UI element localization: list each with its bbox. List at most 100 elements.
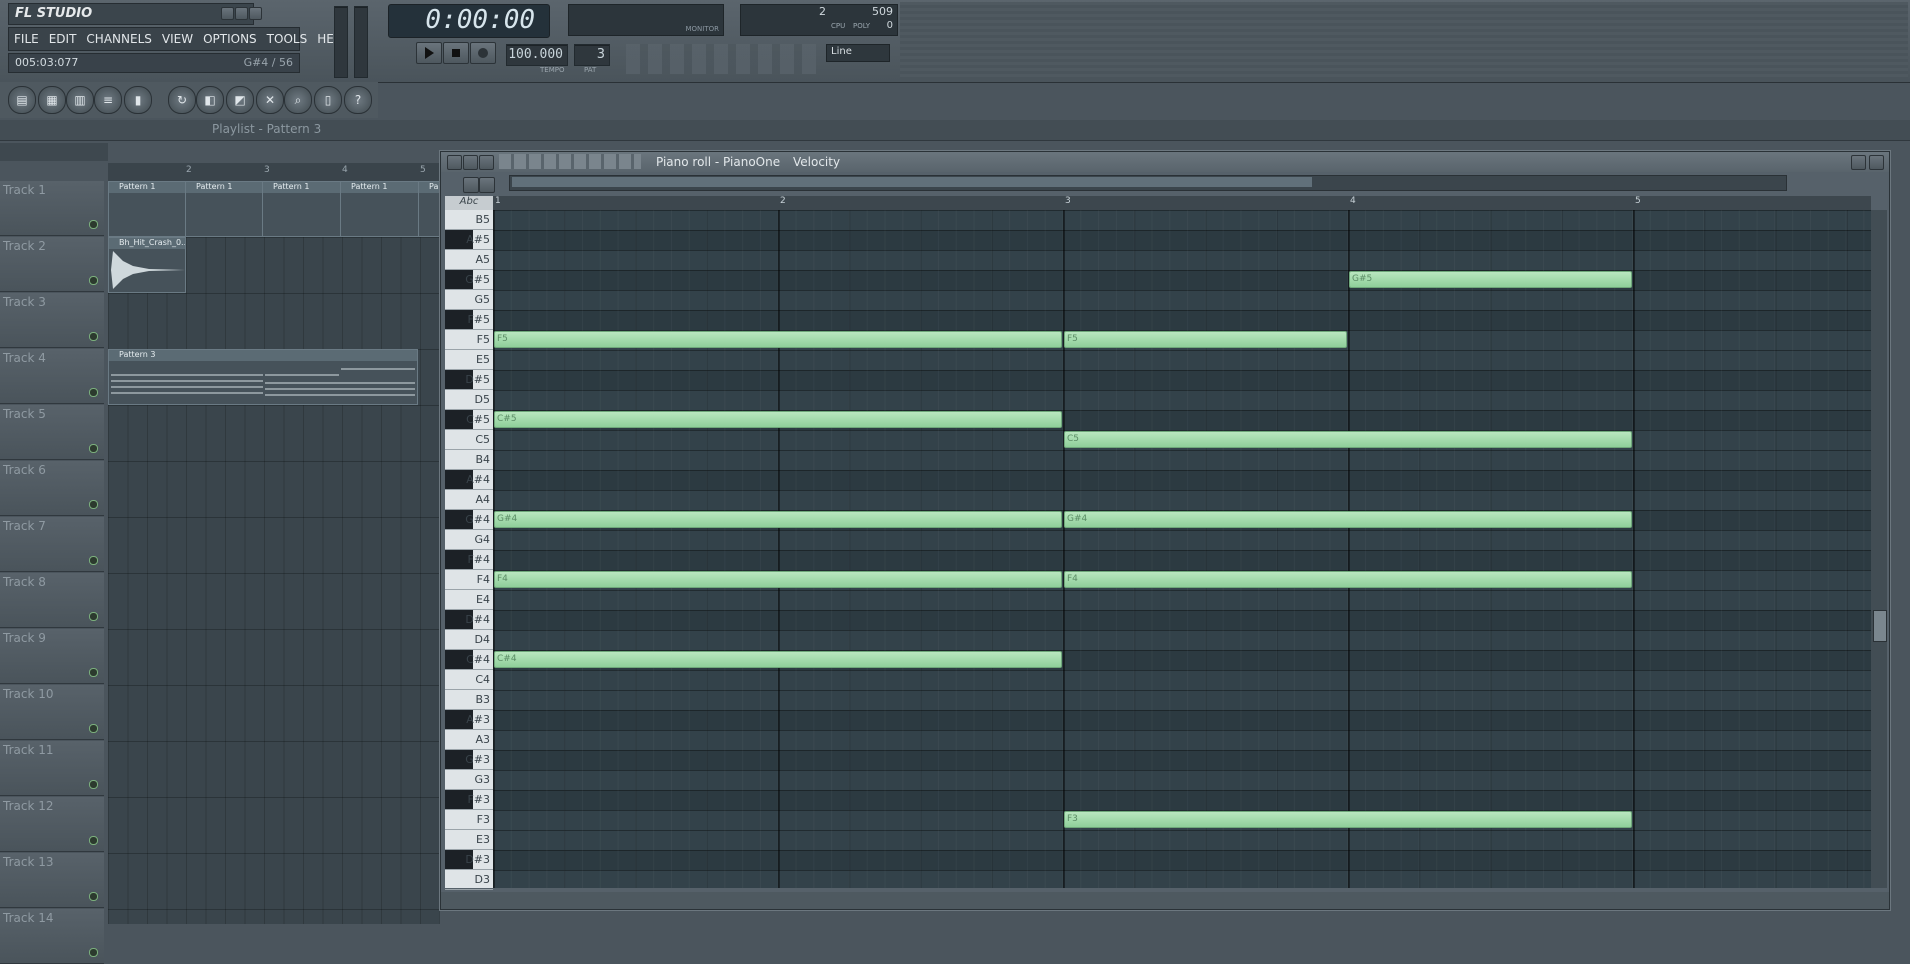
- piano-key[interactable]: F#4: [445, 550, 493, 570]
- snap-select[interactable]: Line: [826, 44, 890, 62]
- track-header[interactable]: Track 4: [0, 349, 104, 404]
- abc-toggle[interactable]: Abc: [445, 196, 493, 210]
- track-header[interactable]: Track 10: [0, 685, 104, 740]
- piano-key[interactable]: B4: [445, 450, 493, 470]
- record-button[interactable]: [470, 42, 496, 64]
- piano-keyboard[interactable]: B5 A#5 A5 G#5 G5 F#5 F5 E5 D#5 D5 C#5 C5 B4 A#4 A4 G#4 G…: [445, 210, 493, 890]
- menu-channels[interactable]: CHANNELS: [81, 32, 156, 46]
- tools-icon[interactable]: ✕: [256, 86, 284, 114]
- pencil-icon[interactable]: [479, 177, 495, 193]
- track-mute-led[interactable]: [89, 668, 98, 677]
- piano-key[interactable]: A#4: [445, 470, 493, 490]
- play-button[interactable]: [416, 42, 442, 64]
- track-mute-led[interactable]: [89, 836, 98, 845]
- piano-key[interactable]: F4: [445, 570, 493, 590]
- save-icon[interactable]: ◧: [196, 86, 224, 114]
- track-header[interactable]: Track 7: [0, 517, 104, 572]
- note[interactable]: F4: [1064, 571, 1632, 588]
- window-menu-icon[interactable]: [447, 155, 462, 170]
- piano-key[interactable]: A3: [445, 730, 493, 750]
- note[interactable]: F5: [1064, 331, 1347, 348]
- piano-key[interactable]: A4: [445, 490, 493, 510]
- track-mute-led[interactable]: [89, 948, 98, 957]
- track-mute-led[interactable]: [89, 444, 98, 453]
- track-header[interactable]: Track 8: [0, 573, 104, 628]
- pattern-display[interactable]: 3: [574, 44, 610, 66]
- piano-key[interactable]: D4: [445, 630, 493, 650]
- pattern-clip[interactable]: Pattern 3: [108, 349, 418, 405]
- audio-clip[interactable]: Bh_Hit_Crash_0...: [108, 237, 186, 293]
- document-icon[interactable]: ▯: [314, 86, 342, 114]
- note[interactable]: G#4: [494, 511, 1062, 528]
- pattern-clip[interactable]: Pattern 1: [108, 181, 186, 237]
- playlist-tabs[interactable]: [0, 143, 108, 161]
- tools-icon[interactable]: [463, 155, 478, 170]
- note[interactable]: F3: [1064, 811, 1632, 828]
- step-sequencer-icon[interactable]: ▦: [38, 86, 66, 114]
- piano-key[interactable]: D#3: [445, 850, 493, 870]
- note[interactable]: C#4: [494, 651, 1062, 668]
- note[interactable]: G#4: [1064, 511, 1632, 528]
- close-button[interactable]: [249, 7, 262, 20]
- piano-key[interactable]: E4: [445, 590, 493, 610]
- track-header[interactable]: Track 5: [0, 405, 104, 460]
- piano-key[interactable]: G5: [445, 290, 493, 310]
- menu-file[interactable]: FILE: [9, 32, 44, 46]
- maximize-button[interactable]: [1851, 155, 1866, 170]
- note-grid[interactable]: G#5 F5 F5 C#5 C5 G#4 G#4 F4 F4 C#4 F3: [493, 210, 1871, 888]
- pattern-clip[interactable]: Pa: [418, 181, 442, 237]
- piano-key[interactable]: C#4: [445, 650, 493, 670]
- event-param-select[interactable]: Velocity: [793, 155, 840, 169]
- playlist-title[interactable]: Playlist - Pattern 3: [212, 122, 321, 136]
- piano-key[interactable]: C#5: [445, 410, 493, 430]
- track-header[interactable]: Track 13: [0, 853, 104, 908]
- track-mute-led[interactable]: [89, 724, 98, 733]
- piano-key[interactable]: F#3: [445, 790, 493, 810]
- piano-key[interactable]: A5: [445, 250, 493, 270]
- piano-key[interactable]: G#5: [445, 270, 493, 290]
- piano-key[interactable]: E5: [445, 350, 493, 370]
- note[interactable]: C#5: [494, 411, 1062, 428]
- piano-key[interactable]: D#4: [445, 610, 493, 630]
- note[interactable]: G#5: [1349, 271, 1632, 288]
- note[interactable]: C5: [1064, 431, 1632, 448]
- playlist-ruler[interactable]: 2 3 4 5: [108, 163, 440, 181]
- master-volume-slider[interactable]: [334, 6, 348, 78]
- help-icon[interactable]: ?: [344, 86, 372, 114]
- draw-icon[interactable]: [463, 177, 479, 193]
- track-header[interactable]: Track 11: [0, 741, 104, 796]
- track-mute-led[interactable]: [89, 388, 98, 397]
- master-pitch-slider[interactable]: [354, 6, 368, 78]
- refresh-icon[interactable]: ↻: [168, 86, 196, 114]
- piano-key[interactable]: D3: [445, 870, 493, 890]
- menu-options[interactable]: OPTIONS: [198, 32, 262, 46]
- track-header[interactable]: Track 12: [0, 797, 104, 852]
- piano-key[interactable]: F3: [445, 810, 493, 830]
- export-icon[interactable]: ◩: [226, 86, 254, 114]
- piano-key[interactable]: C4: [445, 670, 493, 690]
- piano-key[interactable]: D5: [445, 390, 493, 410]
- track-mute-led[interactable]: [89, 556, 98, 565]
- horizontal-scrollbar[interactable]: [509, 175, 1787, 191]
- menu-tools[interactable]: TOOLS: [262, 32, 313, 46]
- track-header[interactable]: Track 3: [0, 293, 104, 348]
- piano-key[interactable]: A#3: [445, 710, 493, 730]
- piano-roll-icon[interactable]: ▥: [66, 86, 94, 114]
- track-mute-led[interactable]: [89, 612, 98, 621]
- mixer-icon[interactable]: ▮: [124, 86, 152, 114]
- magnet-icon[interactable]: [479, 155, 494, 170]
- piano-key[interactable]: D#5: [445, 370, 493, 390]
- note[interactable]: F5: [494, 331, 1062, 348]
- menu-view[interactable]: VIEW: [157, 32, 198, 46]
- piano-key[interactable]: C5: [445, 430, 493, 450]
- piano-key[interactable]: E3: [445, 830, 493, 850]
- piano-key[interactable]: B3: [445, 690, 493, 710]
- track-header[interactable]: Track 14: [0, 909, 104, 964]
- panel-buttons[interactable]: [626, 44, 816, 74]
- track-header[interactable]: Track 1: [0, 181, 104, 236]
- pattern-clip[interactable]: Pattern 1: [262, 181, 341, 237]
- scrollbar-thumb[interactable]: [1873, 610, 1887, 642]
- pattern-clip[interactable]: Pattern 1: [185, 181, 263, 237]
- track-header[interactable]: Track 6: [0, 461, 104, 516]
- piano-roll-event-area[interactable]: [441, 892, 1889, 909]
